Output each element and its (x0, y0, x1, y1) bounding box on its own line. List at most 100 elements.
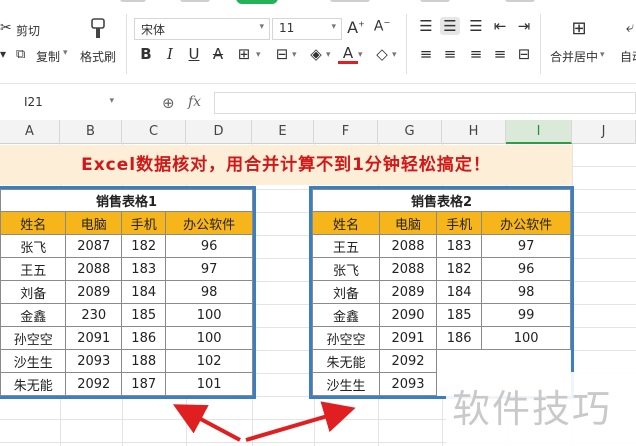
table-cell[interactable]: 186 (436, 326, 483, 350)
align-bottom-icon[interactable]: ☰ (466, 17, 486, 35)
column-header[interactable]: A (0, 120, 60, 144)
align-right-icon[interactable]: ≡ (466, 45, 486, 63)
column-header[interactable]: H (442, 120, 506, 144)
table-cell[interactable] (436, 349, 482, 373)
table-cell[interactable]: 2092 (378, 349, 438, 373)
table-cell[interactable]: 2088 (65, 257, 123, 281)
sales-table-2[interactable]: 销售表格2 姓名 电脑 手机 办公软件 王五 2088 183 97 张飞 2088 182 96 刘备 2… (309, 186, 574, 399)
column-header[interactable]: C (122, 120, 186, 144)
table-cell[interactable]: 101 (165, 372, 253, 396)
table-cell[interactable]: 2092 (65, 372, 123, 396)
chevron-down-icon[interactable]: ▾ (292, 50, 297, 60)
wrap-text-button[interactable]: 自动 (620, 48, 636, 65)
table-cell[interactable]: 100 (165, 303, 253, 327)
table-cell[interactable]: 182 (436, 257, 483, 281)
column-header-cell[interactable]: 办公软件 (165, 211, 253, 235)
align-left-icon[interactable]: ≡ (416, 45, 436, 63)
table-cell[interactable]: 2089 (65, 280, 123, 304)
align-top-icon[interactable]: ☰ (416, 17, 436, 35)
table-cell[interactable] (481, 349, 571, 373)
table-cell[interactable]: 2088 (378, 257, 438, 281)
table-cell[interactable]: 97 (481, 234, 571, 258)
table-cell[interactable]: 100 (165, 326, 253, 350)
table-title[interactable]: 销售表格1 (0, 189, 253, 212)
table-cell[interactable]: 185 (436, 303, 483, 327)
table-cell[interactable]: 王五 (312, 234, 380, 258)
fx-icon[interactable]: fx (188, 94, 201, 110)
chevron-down-icon[interactable]: ▾ (326, 50, 331, 60)
table-cell[interactable]: 朱无能 (0, 372, 67, 396)
banner-title[interactable]: Excel数据核对，用合并计算不到1分钟轻松搞定！ (0, 145, 572, 185)
wrap-text-icon[interactable]: ⤶ (620, 18, 636, 36)
table-cell[interactable]: 王五 (0, 257, 67, 281)
font-size-select[interactable]: 11 ▾ (272, 18, 342, 40)
format-painter-button[interactable]: 格式刷 (80, 48, 116, 65)
strikethrough-icon[interactable]: A (208, 45, 228, 63)
table-cell[interactable]: 张飞 (312, 257, 380, 281)
table-cell[interactable]: 230 (65, 303, 123, 327)
justify-icon[interactable]: ≡ (490, 45, 510, 63)
indent-increase-icon[interactable]: ⇥ (514, 17, 534, 35)
table-cell[interactable]: 185 (121, 303, 167, 327)
table-cell[interactable]: 96 (165, 234, 253, 258)
chevron-down-icon[interactable]: ▾ (392, 50, 397, 60)
table-cell[interactable]: 沙生生 (0, 349, 67, 373)
table-cell[interactable]: 98 (165, 280, 253, 304)
column-header-cell[interactable]: 姓名 (312, 211, 380, 235)
column-header[interactable]: B (60, 120, 122, 144)
chevron-down-icon[interactable]: ▾ (358, 50, 363, 60)
border-icon[interactable]: ⊞ (234, 45, 254, 63)
table-cell[interactable]: 2093 (65, 349, 123, 373)
table-cell[interactable]: 96 (481, 257, 571, 281)
column-header-cell[interactable]: 电脑 (65, 211, 123, 235)
table-cell[interactable]: 刘备 (312, 280, 380, 304)
chevron-down-icon[interactable]: ▾ (600, 50, 605, 60)
table-cell[interactable]: 2091 (65, 326, 123, 350)
column-header[interactable]: E (252, 120, 314, 144)
sales-table-1[interactable]: 销售表格1 姓名 电脑 手机 办公软件 张飞 2087 182 96 王五 2088 183 97 刘备 2… (0, 186, 256, 399)
copy-icon[interactable]: ⧉ (16, 47, 25, 62)
table-cell[interactable]: 99 (481, 303, 571, 327)
table-cell[interactable]: 金鑫 (0, 303, 67, 327)
decrease-font-icon[interactable]: A− (372, 18, 392, 35)
fill-color-icon[interactable]: ◈ (306, 45, 326, 63)
column-header-cell[interactable]: 手机 (436, 211, 483, 235)
table-cell[interactable]: 184 (121, 280, 167, 304)
format-painter-icon[interactable] (86, 16, 110, 42)
tab-ghost[interactable] (505, 0, 535, 2)
column-header-cell[interactable]: 姓名 (0, 211, 67, 235)
chevron-down-icon[interactable]: ▾ (256, 50, 261, 60)
clear-format-icon[interactable]: ◇ (372, 45, 392, 63)
table-cell[interactable]: 孙空空 (312, 326, 380, 350)
column-header-selected[interactable]: I (506, 120, 572, 144)
tab-ghost[interactable] (420, 0, 450, 2)
table-cell[interactable]: 184 (436, 280, 483, 304)
tab-ghost[interactable] (330, 0, 370, 2)
align-middle-icon[interactable]: ☰ (440, 17, 460, 35)
underline-icon[interactable]: U (184, 45, 204, 63)
formula-input[interactable] (214, 92, 636, 114)
tab-start-active[interactable] (236, 0, 278, 4)
column-header-cell[interactable]: 电脑 (378, 211, 438, 235)
table-cell[interactable]: 沙生生 (312, 372, 380, 396)
table-cell[interactable]: 100 (481, 326, 571, 350)
distributed-icon[interactable]: ⊟ (514, 45, 534, 63)
table-cell[interactable]: 2090 (378, 303, 438, 327)
merge-center-icon[interactable]: ⊞ (566, 18, 592, 39)
copy-button[interactable]: 复制 (36, 48, 60, 65)
zoom-icon[interactable]: ⊕ (162, 94, 175, 112)
indent-decrease-icon[interactable]: ⇤ (490, 17, 510, 35)
font-name-select[interactable]: 宋体 ▾ (134, 18, 270, 40)
align-center-icon[interactable]: ≡ (440, 45, 460, 63)
table-cell[interactable]: 2091 (378, 326, 438, 350)
table-cell[interactable]: 183 (121, 257, 167, 281)
copy-icon[interactable]: ▾ (0, 47, 6, 61)
column-header[interactable]: G (378, 120, 442, 144)
table-cell[interactable]: 182 (121, 234, 167, 258)
table-cell[interactable]: 朱无能 (312, 349, 380, 373)
table-cell[interactable]: 金鑫 (312, 303, 380, 327)
tab-ghost[interactable] (120, 0, 146, 2)
cut-icon[interactable]: ✂ (0, 20, 12, 36)
table-cell[interactable]: 187 (121, 372, 167, 396)
table-cell[interactable]: 186 (121, 326, 167, 350)
